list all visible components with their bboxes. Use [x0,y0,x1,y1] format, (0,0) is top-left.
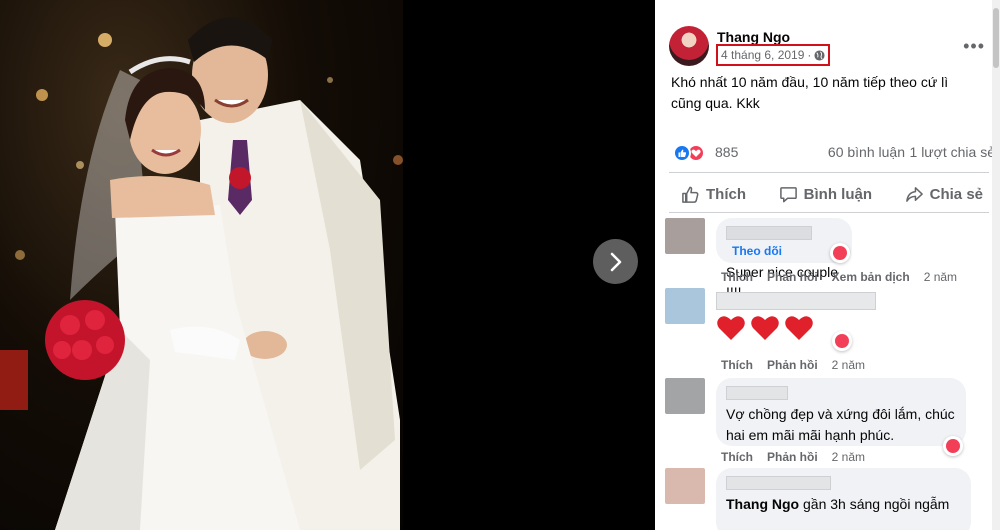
comment-bubble: Vợ chồng đẹp và xứng đôi lắm, chúc hai e… [716,378,966,446]
comment-text: Thang Ngo gần 3h sáng ngồi ngẫm [726,494,961,514]
comment-item: Theo dõi Super nice couple !!!! Thích Ph… [665,218,985,300]
share-icon [905,186,923,202]
commenter-name-redacted[interactable] [716,292,876,310]
comment-like-link[interactable]: Thích [721,270,753,284]
comment-item: Vợ chồng đẹp và xứng đôi lắm, chúc hai e… [665,378,985,468]
translate-link[interactable]: Xem bản dịch [832,270,910,284]
heart-icon [835,334,849,348]
share-count[interactable]: 1 lượt chia sẻ [910,144,995,160]
next-photo-button[interactable] [593,239,638,284]
chevron-right-icon [610,252,621,271]
reply-author[interactable]: Thang Ngo [726,496,799,512]
comment-time[interactable]: 2 năm [924,270,957,284]
share-label: Chia sẻ [929,185,983,203]
comment-item: Thang Ngo gần 3h sáng ngồi ngẫm [665,468,985,530]
post-text: Khó nhất 10 năm đầu, 10 năm tiếp theo cứ… [671,74,949,111]
commenter-avatar[interactable] [665,468,705,504]
comment-icon [779,186,797,202]
heart-icon [946,439,960,453]
comment-actions: Thích Phản hồi 2 năm [721,450,865,464]
more-options-button[interactable]: ••• [963,36,985,57]
comment-bubble: Thang Ngo gần 3h sáng ngồi ngẫm [716,468,971,530]
like-reaction-icon [673,144,691,162]
comment-reply-link[interactable]: Phản hồi [767,270,818,284]
author-name[interactable]: Thang Ngo [717,29,790,45]
comment-reply-link[interactable]: Phản hồi [767,450,818,464]
comment-label: Bình luận [803,185,872,203]
divider [669,172,989,173]
wedding-photo [0,0,403,530]
comment-actions: Thích Phản hồi Xem bản dịch 2 năm [721,270,957,284]
heart-icon [785,316,813,341]
comment-reaction-badge[interactable] [943,436,963,456]
comment-reaction-badge[interactable] [830,243,850,263]
commenter-name-redacted[interactable] [726,475,831,490]
comment-time[interactable]: 2 năm [832,450,865,464]
commenter-name-redacted[interactable] [726,225,812,240]
reaction-icons[interactable] [673,144,709,162]
share-button[interactable]: Chia sẻ [893,177,995,211]
divider [669,212,989,213]
commenter-avatar[interactable] [665,218,705,254]
reactions-summary: 885 60 bình luận 1 lượt chia sẻ [669,142,995,164]
post-date-highlight: 4 tháng 6, 2019 · [716,44,831,66]
reaction-count[interactable]: 885 [715,144,738,160]
reply-text: gần 3h sáng ngồi ngẫm [803,496,950,512]
post-date[interactable]: 4 tháng 6, 2019 [721,48,804,62]
like-icon [682,186,699,203]
follow-link[interactable]: Theo dõi [732,244,782,258]
scroll-thumb[interactable] [993,8,999,68]
commenter-name-redacted[interactable] [726,385,788,400]
post-panel: Thang Ngo 4 tháng 6, 2019 · ••• Khó nhất… [655,0,1000,530]
comment-button[interactable]: Bình luận [767,177,884,211]
commenter-avatar[interactable] [665,288,705,324]
comment-like-link[interactable]: Thích [721,450,753,464]
comment-text: Vợ chồng đẹp và xứng đôi lắm, chúc hai e… [726,406,955,443]
comment-count[interactable]: 60 bình luận [828,144,905,160]
post-header: Thang Ngo 4 tháng 6, 2019 · ••• [669,26,989,70]
meta-separator: · [807,48,812,62]
comment-item: ❤❤❤ Thích Phản hồi 2 năm [665,288,985,373]
scrollbar[interactable] [992,0,1000,530]
commenter-avatar[interactable] [665,378,705,414]
heart-emojis: ❤❤❤ [716,310,876,346]
like-label: Thích [706,185,746,203]
post-actions: Thích Bình luận Chia sẻ [669,177,995,211]
globe-icon [814,49,825,61]
comment-reaction-badge[interactable] [832,331,852,351]
heart-icon [751,316,779,341]
comment-like-link[interactable]: Thích [721,358,753,372]
like-button[interactable]: Thích [669,177,758,211]
comment-actions: Thích Phản hồi 2 năm [721,358,865,372]
heart-icon [833,246,847,260]
comment-bubble: ❤❤❤ [716,288,876,346]
photo-viewer [0,0,655,530]
author-avatar[interactable] [669,26,709,66]
comment-reply-link[interactable]: Phản hồi [767,358,818,372]
heart-icon [717,316,745,341]
comment-time[interactable]: 2 năm [832,358,865,372]
